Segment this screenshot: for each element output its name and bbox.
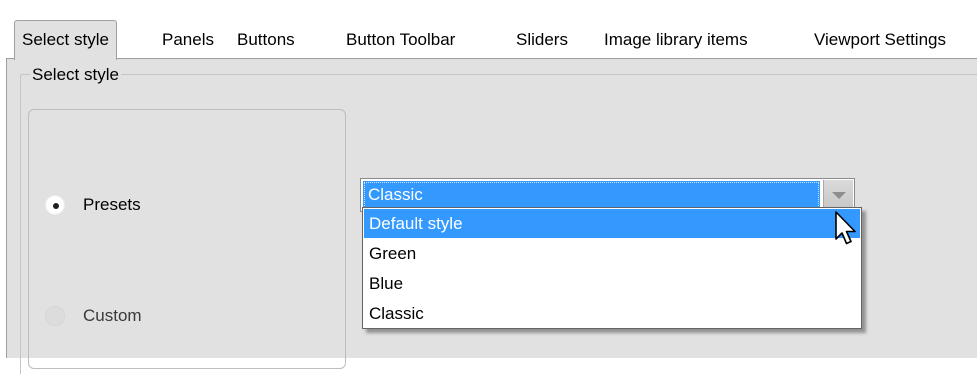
combobox-dropdown-button[interactable] (823, 180, 853, 210)
tab-panels[interactable]: Panels (155, 24, 221, 56)
dropdown-option-green[interactable]: Green (364, 239, 860, 268)
tab-buttons[interactable]: Buttons (230, 24, 302, 56)
tab-viewport-settings[interactable]: Viewport Settings (807, 24, 953, 56)
dropdown-option-classic[interactable]: Classic (364, 299, 860, 328)
tab-select-style[interactable]: Select style (14, 20, 117, 60)
combobox-selected-value[interactable]: Classic (363, 181, 820, 209)
groupbox-legend: Select style (30, 65, 121, 85)
style-options-frame: Presets Custom (28, 109, 346, 369)
dropdown-option-blue[interactable]: Blue (364, 269, 860, 298)
tab-sliders[interactable]: Sliders (509, 24, 575, 56)
arrow-pointer-icon (835, 211, 856, 245)
dropdown-option-default-style[interactable]: Default style (364, 209, 860, 238)
tab-image-library-items[interactable]: Image library items (597, 24, 755, 56)
radio-unchecked-icon[interactable] (45, 306, 65, 326)
presets-radio-label[interactable]: Presets (83, 193, 141, 217)
custom-radio-label[interactable]: Custom (83, 304, 142, 328)
radio-checked-icon[interactable] (45, 195, 65, 215)
tab-button-toolbar[interactable]: Button Toolbar (339, 24, 462, 56)
tab-bar: Select style Panels Buttons Button Toolb… (0, 0, 977, 64)
style-preset-dropdown-list: Default style Green Blue Classic (362, 207, 862, 329)
chevron-down-icon (832, 192, 846, 199)
